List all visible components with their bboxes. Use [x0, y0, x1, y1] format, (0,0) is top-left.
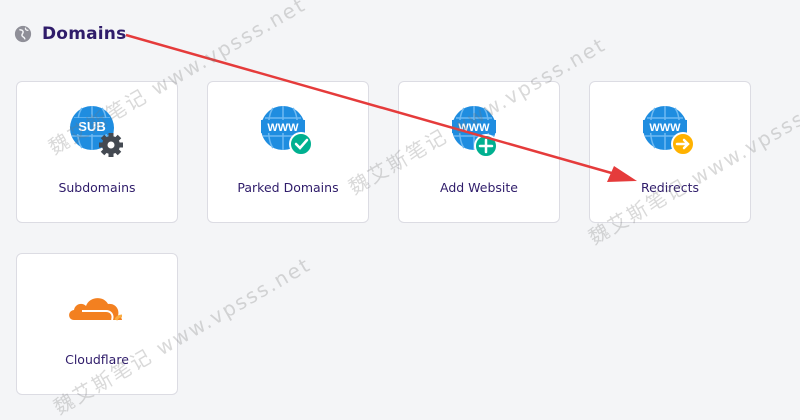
- section-header: Domains: [14, 24, 126, 44]
- svg-text:WWW: WWW: [649, 122, 681, 134]
- card-label: Redirects: [640, 180, 700, 195]
- page-title: Domains: [42, 24, 127, 44]
- www-check-icon: WWW: [261, 106, 313, 156]
- subdomain-gear-icon: SUB: [70, 106, 123, 157]
- cloudflare-icon: [69, 298, 123, 321]
- svg-text:WWW: WWW: [458, 122, 490, 134]
- card-label: Cloudflare: [65, 352, 129, 367]
- parked-domains-card[interactable]: WWW Parked Domains: [207, 81, 369, 223]
- card-label: Add Website: [439, 180, 518, 195]
- card-label: Subdomains: [58, 180, 136, 195]
- redirects-card[interactable]: WWW Redirects: [589, 81, 751, 223]
- subdomains-card[interactable]: SUB Subdomains: [16, 81, 178, 223]
- www-plus-icon: WWW: [452, 106, 498, 158]
- svg-text:WWW: WWW: [267, 122, 299, 134]
- card-label: Parked Domains: [237, 180, 339, 195]
- www-redirect-icon: WWW: [643, 106, 695, 156]
- add-website-card[interactable]: WWW Add Website: [398, 81, 560, 223]
- globe-icon: [14, 25, 32, 43]
- svg-text:SUB: SUB: [78, 119, 105, 134]
- cloudflare-card[interactable]: Cloudflare: [16, 253, 178, 395]
